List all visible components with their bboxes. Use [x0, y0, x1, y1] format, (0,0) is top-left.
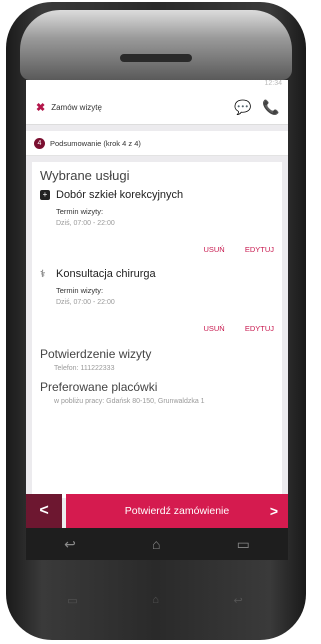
term-label: Termin wizyty:	[56, 207, 104, 216]
services-heading: Wybrane usługi	[40, 168, 130, 183]
app-bar: ✖ Zamów wizytę 💬 📞	[26, 90, 288, 125]
page-title: Zamów wizytę	[51, 102, 102, 112]
status-time: 12:34	[264, 80, 282, 87]
hardware-buttons: ▭ ⌂ ↩	[30, 588, 280, 612]
edit-service-button[interactable]: EDYTUJ	[245, 324, 274, 333]
android-nav-bar: ↩ ⌂ ▭	[26, 528, 288, 560]
arrow-right-icon: >	[269, 503, 278, 519]
speaker-grille	[120, 54, 192, 62]
home-hw-icon[interactable]: ⌂	[152, 594, 159, 606]
step-label: Podsumowanie (krok 4 z 4)	[50, 138, 141, 148]
status-bar: 12:34	[26, 80, 288, 90]
term-value: Dziś, 07:00 - 22:00	[56, 220, 115, 227]
confirm-label: Potwierdź zamówienie	[124, 505, 230, 517]
recents-nav-icon[interactable]: ▭	[237, 536, 250, 553]
step-number-badge: 4	[34, 137, 45, 149]
bottom-action-bar: < Potwierdź zamówienie >	[26, 494, 288, 528]
confirmation-heading: Potwierdzenie wizyty	[40, 347, 152, 361]
locations-heading: Preferowane placówki	[40, 380, 158, 394]
service-item: ⚕ Konsultacja chirurga Termin wizyty: Dz…	[40, 268, 274, 333]
back-nav-icon[interactable]: ↩	[64, 536, 76, 553]
locations-value: w pobliżu pracy: Gdańsk 80-150, Grunwald…	[54, 398, 205, 405]
service-item: + Dobór szkieł korekcyjnych Termin wizyt…	[40, 189, 274, 254]
service-name: Konsultacja chirurga	[56, 268, 156, 280]
phone-value: Telefon: 111222333	[54, 365, 115, 372]
menu-hw-icon[interactable]: ▭	[67, 594, 77, 607]
phone-icon[interactable]: 📞	[260, 96, 282, 118]
chat-icon[interactable]: 💬	[232, 96, 254, 118]
phone-top-bezel	[20, 10, 292, 80]
step-indicator: 4 Podsumowanie (krok 4 z 4)	[26, 131, 288, 156]
stethoscope-icon: ⚕	[40, 268, 46, 280]
back-button[interactable]: <	[26, 494, 62, 528]
remove-service-button[interactable]: USUŃ	[203, 245, 224, 254]
remove-service-button[interactable]: USUŃ	[203, 324, 224, 333]
term-value: Dziś, 07:00 - 22:00	[56, 299, 115, 306]
service-name: Dobór szkieł korekcyjnych	[56, 189, 184, 201]
summary-card: Wybrane usługi + Dobór szkieł korekcyjny…	[32, 162, 282, 498]
close-icon[interactable]: ✖	[36, 101, 45, 114]
back-hw-icon[interactable]: ↩	[233, 594, 242, 607]
home-nav-icon[interactable]: ⌂	[152, 536, 160, 552]
edit-service-button[interactable]: EDYTUJ	[245, 245, 274, 254]
term-label: Termin wizyty:	[56, 286, 104, 295]
confirm-order-button[interactable]: Potwierdź zamówienie >	[66, 494, 288, 528]
app-screen: 12:34 ✖ Zamów wizytę 💬 📞 4 Podsumowanie …	[26, 80, 288, 560]
plus-box-icon: +	[40, 190, 50, 200]
